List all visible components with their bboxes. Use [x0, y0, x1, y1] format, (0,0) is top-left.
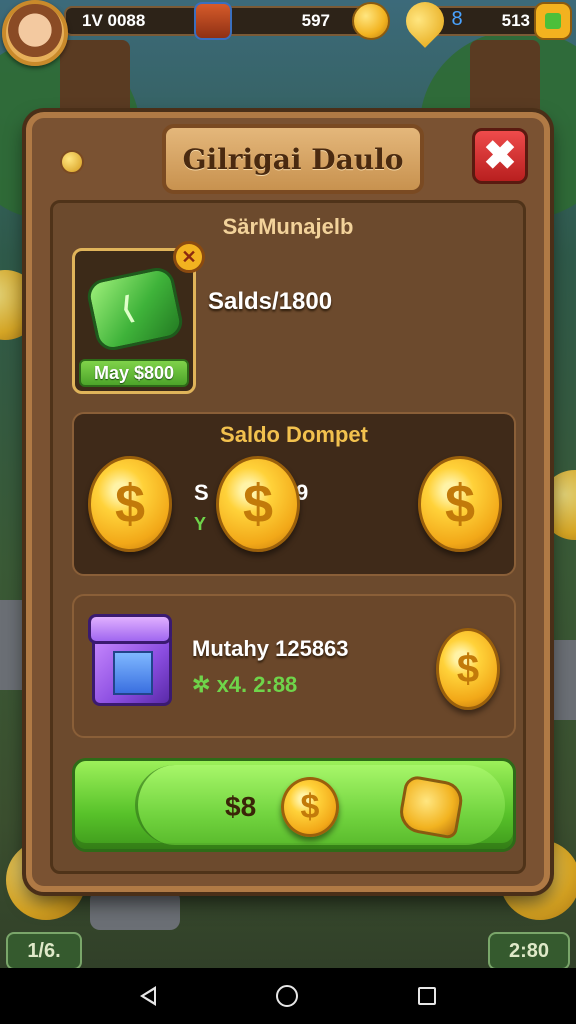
level-bar: 1V 0088: [64, 6, 204, 36]
green-gem-icon: ⟨: [84, 264, 186, 354]
dialog-subtitle: SärMunajelb: [222, 214, 354, 239]
close-button[interactable]: ✖: [472, 128, 528, 184]
bundle-bonus-text: x4. 2:88: [216, 672, 298, 697]
gem-icon: 8: [451, 8, 463, 30]
bottom-left-badge[interactable]: 1/6.: [6, 932, 82, 970]
bundle-panel[interactable]: Mutahy 125863 ✲ x4. 2:88 $: [72, 594, 516, 738]
system-nav-bar: [0, 968, 576, 1024]
coin-icon: $: [281, 777, 339, 837]
corner-stud-icon: [60, 150, 84, 174]
coins-bar: 597: [222, 6, 372, 36]
recent-apps-icon[interactable]: [418, 987, 436, 1005]
coin-icon: [352, 2, 390, 40]
wallet-panel: Saldo Dompet S 9 Y $ $ $: [72, 412, 516, 576]
coin-icon: $: [88, 456, 172, 552]
coin-icon: $: [418, 456, 502, 552]
item-card[interactable]: ⟨ ✕ May $800: [72, 241, 205, 394]
bundle-bonus: ✲ x4. 2:88: [192, 672, 297, 698]
bundle-name: Mutahy 125863: [192, 636, 349, 661]
top-hud: 1V 0088 597 513 8: [0, 0, 576, 66]
coin-icon: $: [216, 456, 300, 552]
wallet-value-prefix: S: [194, 480, 209, 505]
balance-label: Salds/1800: [208, 288, 333, 315]
add-currency-button[interactable]: [534, 2, 572, 40]
wallet-sub-glyph: Y: [194, 514, 207, 534]
item-price-tag: May $800: [79, 359, 189, 387]
purple-chest-icon: [88, 610, 172, 710]
dialog-title: Gilrigai Daulo: [162, 124, 424, 194]
purchase-dialog: Gilrigai Daulo ✖ SärMunajelb ⟨ ✕ May $80…: [26, 112, 550, 892]
level-text: 1V 0088: [82, 11, 146, 30]
chest-icon[interactable]: [194, 2, 232, 40]
buy-button[interactable]: $8 $: [72, 758, 516, 852]
sparkle-icon: ✲: [192, 672, 211, 697]
back-icon[interactable]: [140, 986, 156, 1006]
buy-price: $8: [225, 791, 257, 822]
wallet-title: Saldo Dompet: [220, 422, 368, 447]
player-avatar[interactable]: [2, 0, 68, 66]
remove-item-button[interactable]: ✕: [173, 241, 205, 273]
coin-icon: $: [436, 628, 500, 710]
home-icon[interactable]: [276, 985, 298, 1007]
gems-text: 513: [501, 11, 530, 30]
coins-text: 597: [301, 11, 330, 30]
bottom-right-badge[interactable]: 2:80: [488, 932, 570, 970]
